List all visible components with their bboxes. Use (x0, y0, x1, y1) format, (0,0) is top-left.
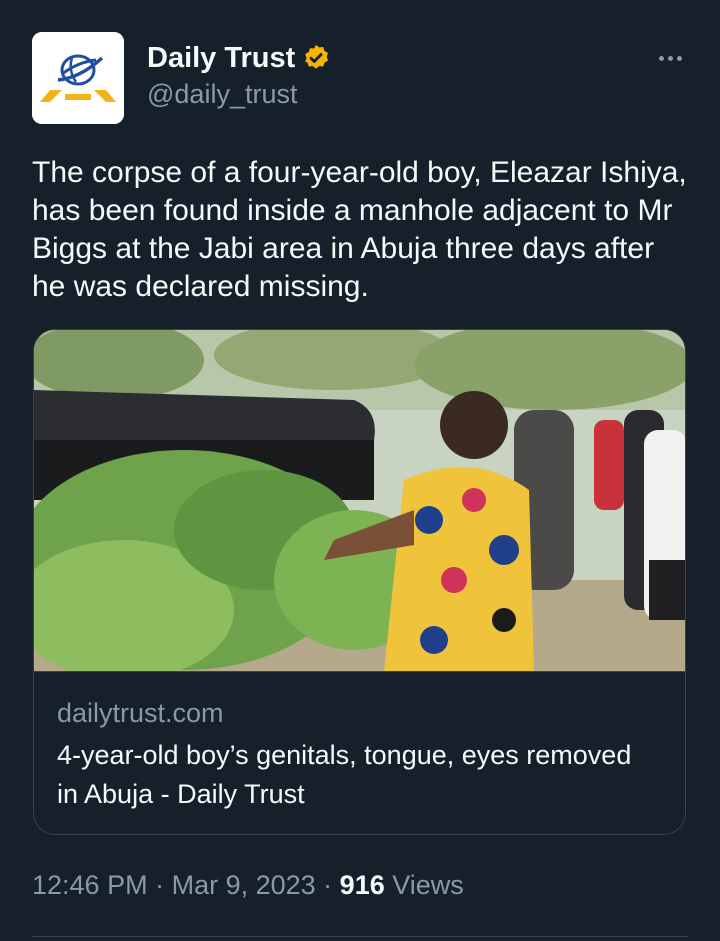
more-dot (658, 55, 664, 61)
tweet: Daily Trust @daily_trust The corpse of a… (0, 0, 720, 941)
tweet-time[interactable]: 12:46 PM (32, 870, 148, 900)
daily-trust-avatar[interactable] (32, 32, 124, 124)
tweet-date[interactable]: Mar 9, 2023 (172, 870, 316, 900)
more-options-icon[interactable] (650, 44, 690, 72)
meta-separator: · (147, 870, 172, 900)
card-title: 4-year-old boy’s genitals, tongue, eyes … (57, 740, 632, 809)
tweet-meta: 12:46 PM · Mar 9, 2023 · 916 Views (32, 870, 464, 901)
more-dot (676, 55, 682, 61)
article-photo-illustration (34, 330, 685, 671)
article-photo[interactable] (34, 330, 685, 672)
daily-trust-logo-icon (32, 32, 124, 124)
divider (32, 936, 688, 937)
card-domain: dailytrust.com (57, 698, 224, 728)
author-display-name[interactable]: Daily Trust (147, 42, 295, 75)
link-preview-card[interactable]: dailytrust.com 4-year-old boy’s genitals… (33, 329, 686, 835)
author-handle[interactable]: @daily_trust (147, 79, 297, 110)
more-dot (667, 55, 673, 61)
views-label: Views (384, 870, 464, 900)
views-count[interactable]: 916 (340, 870, 385, 900)
verified-badge-icon[interactable] (301, 43, 331, 73)
author-name-row: Daily Trust (147, 40, 331, 76)
tweet-text: The corpse of a four-year-old boy, Eleaz… (32, 156, 687, 303)
meta-separator: · (315, 870, 340, 900)
